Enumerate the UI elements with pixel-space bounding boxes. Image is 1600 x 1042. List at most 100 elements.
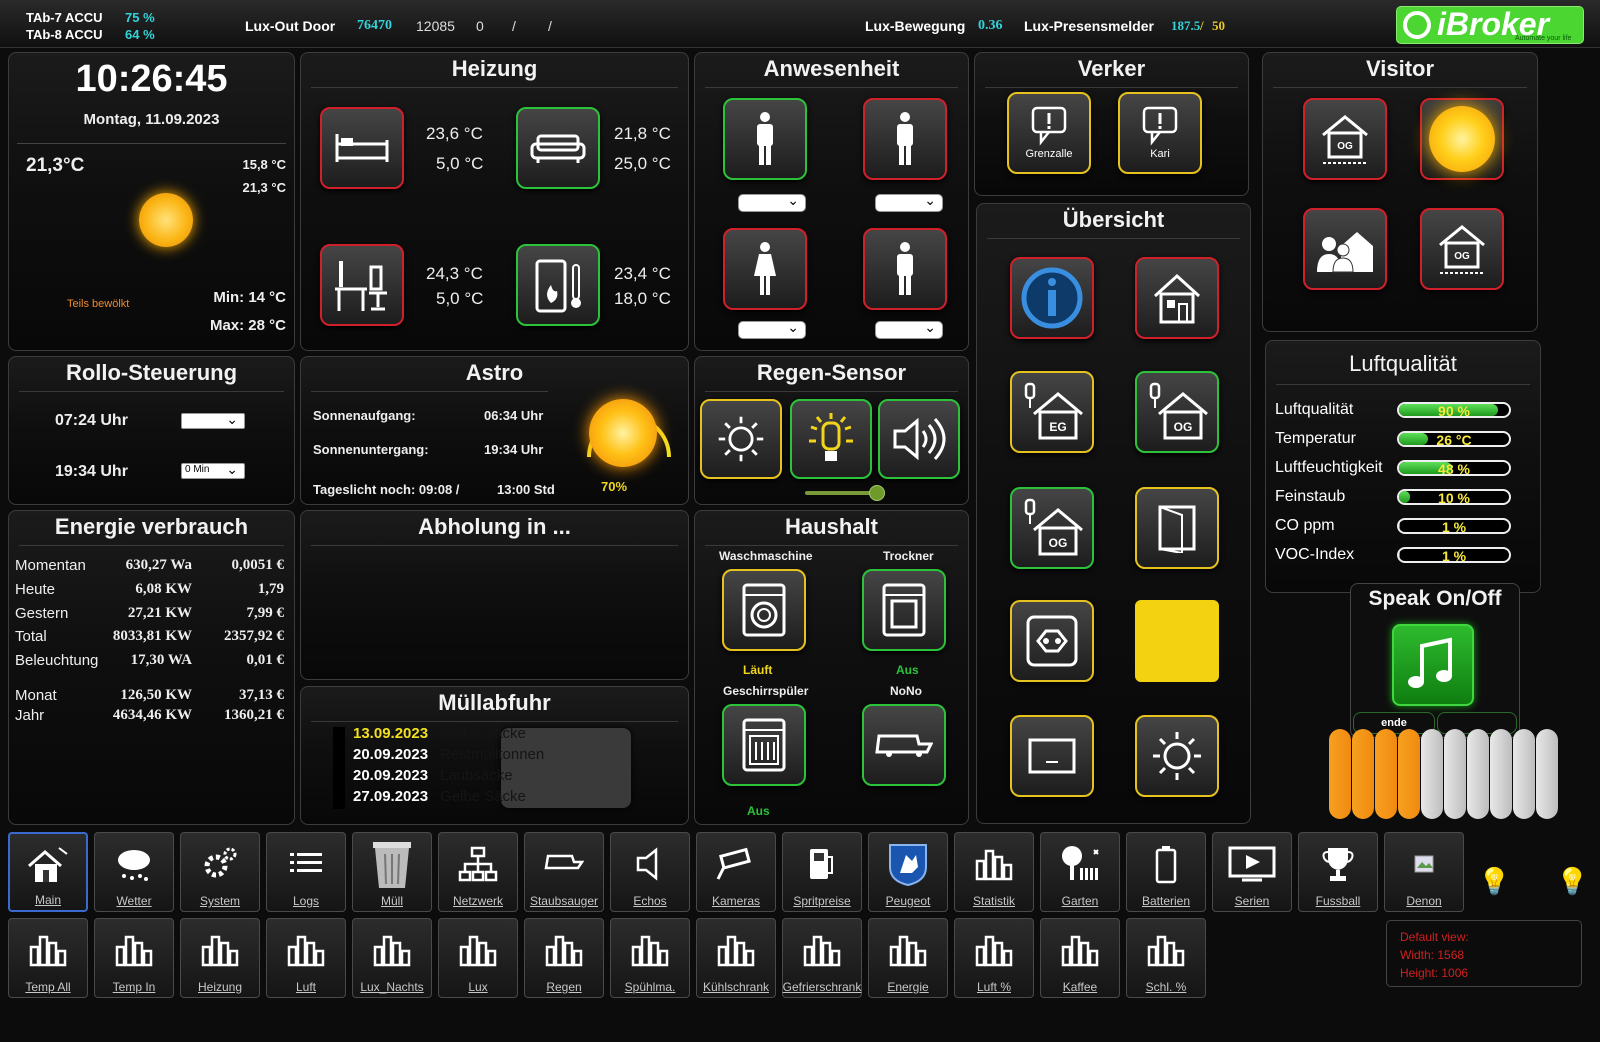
nav-batterien[interactable]: Batterien	[1126, 832, 1206, 912]
chart-nav-kaffee[interactable]: Kaffee	[1040, 918, 1120, 998]
visitor-guests-button[interactable]	[1303, 208, 1387, 290]
nav-echos[interactable]: Echos	[610, 832, 690, 912]
chart-nav-temp-all[interactable]: Temp All	[8, 918, 88, 998]
robot-vacuum-button[interactable]	[862, 704, 946, 786]
chart-nav-sp-hlma-[interactable]: Spühlma.	[610, 918, 690, 998]
energy-label: Monat	[15, 687, 57, 704]
chart-nav-gefrierschrank[interactable]: Gefrierschrank	[782, 918, 862, 998]
nav-system[interactable]: System	[180, 832, 260, 912]
person-1-button[interactable]	[723, 98, 807, 180]
heizung-r1-t2: 5,0 °C	[436, 154, 484, 173]
person-3-select[interactable]	[738, 319, 806, 339]
rollo-select-1[interactable]	[181, 411, 245, 429]
traffic-grenzalle-button[interactable]: Grenzalle	[1007, 92, 1091, 174]
visitor-og2-button[interactable]: OG	[1420, 208, 1504, 290]
shutter-slat	[1421, 729, 1443, 819]
air-metric-bar: 1 %	[1397, 518, 1511, 534]
sun-icon	[589, 399, 657, 467]
nav-spritpreise[interactable]: Spritpreise	[782, 832, 862, 912]
energy-row: Beleuchtung 17,30 WA 0,01 €	[15, 652, 284, 674]
dishwasher-button[interactable]	[722, 704, 806, 786]
rain-speaker-button[interactable]	[878, 399, 960, 479]
chart-nav-lux[interactable]: Lux	[438, 918, 518, 998]
nav-denon[interactable]: Denon	[1384, 832, 1464, 912]
rain-slider-handle[interactable]	[869, 485, 885, 501]
bedroom-heating-button[interactable]	[320, 107, 404, 189]
chart-nav-lux-nachts[interactable]: Lux_Nachts	[352, 918, 432, 998]
netzwerk-icon	[458, 833, 498, 894]
shutter-slat	[1490, 729, 1512, 819]
light-og-button[interactable]: OG	[1135, 371, 1219, 453]
nav-fussball[interactable]: Fussball	[1298, 832, 1378, 912]
chart-nav-schl-[interactable]: Schl. %	[1126, 918, 1206, 998]
rain-bulb-button[interactable]	[790, 399, 872, 479]
nav-label: Netzwerk	[452, 894, 503, 908]
visitor-og-button[interactable]: OG	[1303, 98, 1387, 180]
separator: /	[512, 18, 516, 34]
nav-serien[interactable]: Serien	[1212, 832, 1292, 912]
tab7-value: 75 %	[125, 10, 155, 25]
person-4-button[interactable]	[863, 228, 947, 310]
kameras-icon	[714, 833, 758, 894]
nav-kameras[interactable]: Kameras	[696, 832, 776, 912]
chart-nav-k-hlschrank[interactable]: Kühlschrank	[696, 918, 776, 998]
iobroker-info-button[interactable]	[1010, 257, 1094, 339]
nav-statistik[interactable]: Statistik	[954, 832, 1034, 912]
house-overview-button[interactable]	[1135, 257, 1219, 339]
nav-staubsauger[interactable]: Staubsauger	[524, 832, 604, 912]
yellow-status-tile[interactable]	[1135, 600, 1219, 682]
panel-title: Regen-Sensor	[756, 360, 907, 385]
chart-nav-regen[interactable]: Regen	[524, 918, 604, 998]
bulb-off-icon[interactable]: 💡	[1556, 866, 1588, 897]
energy-cost: 37,13 €	[239, 687, 284, 703]
default-view-info: Default view: Width: 1568 Height: 1006	[1386, 920, 1582, 987]
system-icon	[202, 833, 238, 894]
box-button[interactable]	[1010, 715, 1094, 797]
visitor-sun-button[interactable]	[1420, 98, 1504, 180]
nav-label: Fussball	[1315, 894, 1361, 908]
dryer-button[interactable]	[862, 569, 946, 651]
nav-garten[interactable]: Garten	[1040, 832, 1120, 912]
washer-button[interactable]	[722, 569, 806, 651]
light-eg-button[interactable]: EG	[1010, 371, 1094, 453]
nav-peugeot[interactable]: Peugeot	[868, 832, 948, 912]
energy-amount: 6,08 KW	[135, 581, 192, 597]
chart-nav-heizung[interactable]: Heizung	[180, 918, 260, 998]
heizung-r2-t1: 21,8 °C	[614, 124, 671, 143]
light-og2-button[interactable]: OG	[1010, 487, 1094, 569]
rollo-select-2[interactable]: 0 Min	[181, 461, 245, 479]
chart-nav-luft-[interactable]: Luft %	[954, 918, 1034, 998]
chart-nav-energie[interactable]: Energie	[868, 918, 948, 998]
person-3-button[interactable]	[723, 228, 807, 310]
nav-netzwerk[interactable]: Netzwerk	[438, 832, 518, 912]
panel-title: Luftqualität	[1349, 351, 1457, 376]
person-1-select[interactable]	[738, 192, 806, 212]
bar-chart-icon	[544, 919, 584, 980]
door-button[interactable]	[1135, 487, 1219, 569]
nav-main[interactable]: Main	[8, 832, 88, 912]
nav-m-ll[interactable]: Müll	[352, 832, 432, 912]
traffic-kari-button[interactable]: Kari	[1118, 92, 1202, 174]
speak-toggle-button[interactable]	[1392, 624, 1474, 706]
nav-logs[interactable]: Logs	[266, 832, 346, 912]
chart-nav-temp-in[interactable]: Temp In	[94, 918, 174, 998]
energy-amount: 126,50 KW	[120, 687, 192, 703]
alert-bubble-icon	[1031, 106, 1067, 146]
shutter-slat	[1467, 729, 1489, 819]
office-heating-button[interactable]	[320, 244, 404, 326]
shutter-slat	[1398, 729, 1420, 819]
speak-panel: Speak On/Off ende	[1350, 583, 1520, 738]
energy-amount: 8033,81 KW	[112, 628, 192, 644]
livingroom-heating-button[interactable]	[516, 107, 600, 189]
rollo-panel: Rollo-Steuerung 07:24 Uhr 19:34 Uhr 0 Mi…	[8, 356, 295, 505]
outdoor-light-button[interactable]	[1135, 715, 1219, 797]
chart-nav-luft[interactable]: Luft	[266, 918, 346, 998]
socket-button[interactable]	[1010, 600, 1094, 682]
rain-light-button[interactable]	[700, 399, 782, 479]
person-2-button[interactable]	[863, 98, 947, 180]
boiler-heating-button[interactable]	[516, 244, 600, 326]
bulb-off-icon[interactable]: 💡	[1478, 866, 1510, 897]
person-2-select[interactable]	[875, 192, 943, 212]
nav-wetter[interactable]: Wetter	[94, 832, 174, 912]
person-4-select[interactable]	[875, 319, 943, 339]
